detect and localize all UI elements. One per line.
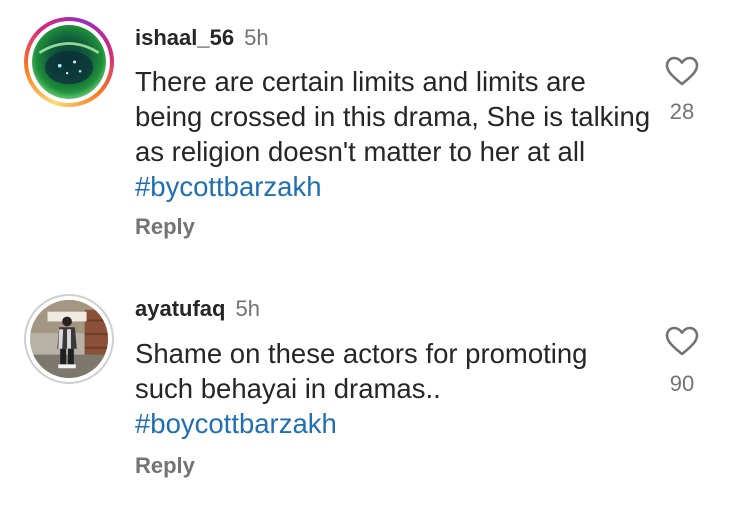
heart-outline-icon[interactable] xyxy=(664,55,700,87)
avatar-story-ring[interactable] xyxy=(24,17,114,107)
avatar-image xyxy=(32,25,106,99)
heart-outline-icon[interactable] xyxy=(664,325,700,357)
avatar-frame xyxy=(28,21,110,103)
comment-text: Shame on these actors for promoting such… xyxy=(135,336,635,441)
comment-item: ishaal_56 5h There are certain limits and… xyxy=(0,0,740,250)
username[interactable]: ayatufaq xyxy=(135,296,225,321)
avatar-ring[interactable] xyxy=(24,294,114,384)
comment-body: There are certain limits and limits are … xyxy=(135,66,651,167)
comment-meta: ayatufaq 5h xyxy=(135,296,260,322)
avatar-frame xyxy=(26,296,112,382)
avatar[interactable] xyxy=(32,25,106,99)
like-count: 90 xyxy=(669,371,695,396)
comment-text: There are certain limits and limits are … xyxy=(135,64,655,204)
avatar[interactable] xyxy=(30,300,108,378)
avatar-image xyxy=(30,300,108,378)
reply-button[interactable]: Reply xyxy=(135,214,195,240)
reply-button[interactable]: Reply xyxy=(135,453,195,479)
username[interactable]: ishaal_56 xyxy=(135,25,234,50)
comment-item: ayatufaq 5h Shame on these actors for pro… xyxy=(0,250,740,515)
timestamp: 5h xyxy=(235,296,260,321)
comment-meta: ishaal_56 5h xyxy=(135,25,269,51)
hashtag-link[interactable]: #boycottbarzakh xyxy=(135,408,337,439)
like-count: 28 xyxy=(669,99,695,124)
timestamp: 5h xyxy=(244,25,269,50)
comment-body: Shame on these actors for promoting such… xyxy=(135,338,588,404)
hashtag-link[interactable]: #bycottbarzakh xyxy=(135,171,322,202)
